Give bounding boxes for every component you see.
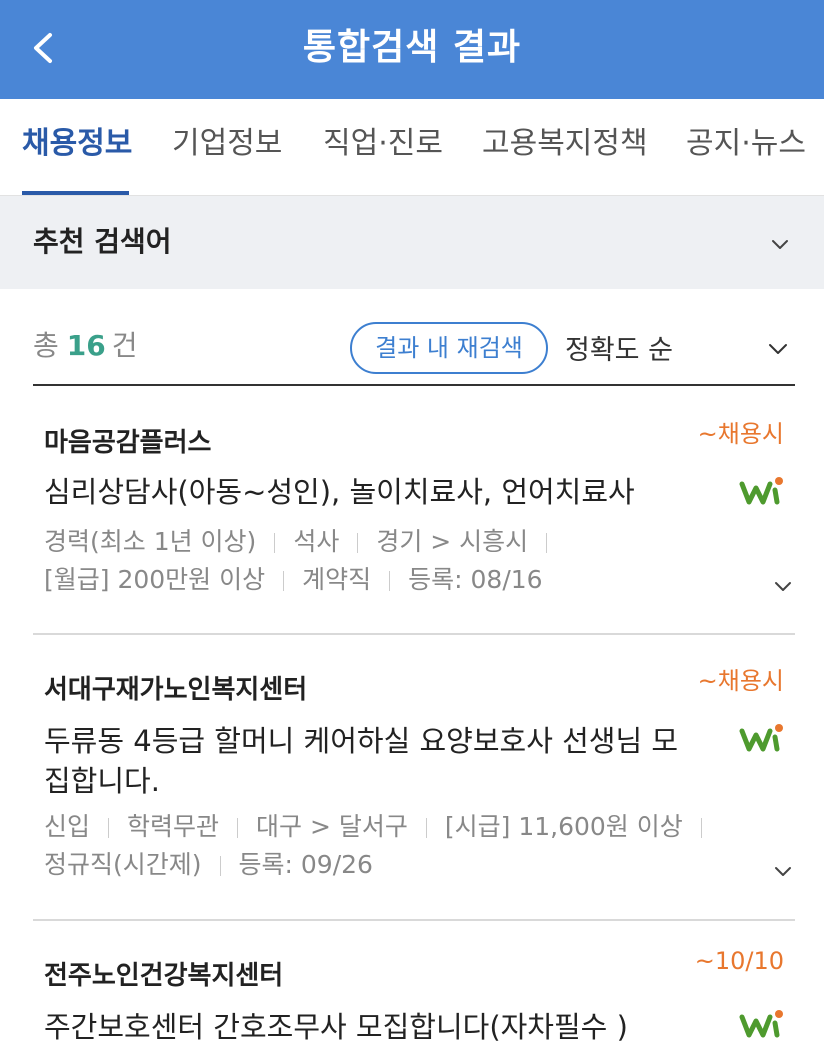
- chevron-down-icon[interactable]: [771, 859, 795, 883]
- chevron-down-icon: [769, 344, 787, 354]
- category-tabs: 채용정보 기업정보 직업·진로 고용복지정책 공지·뉴스: [0, 99, 824, 196]
- total-prefix: 총: [33, 329, 59, 362]
- meta-divider: [425, 818, 427, 838]
- total-count: 총 16 건: [33, 324, 138, 364]
- job-meta: 경력(최소 1년 이상) 석사 경기 > 시흥시 [월급] 200만원 이상 계약직 등록…: [44, 523, 744, 599]
- company-name[interactable]: 서대구재가노인복지센터: [44, 669, 307, 706]
- sort-label: 정확도 순: [565, 335, 673, 366]
- result-summary: 총 16 건 결과 내 재검색 정확도 순: [33, 318, 795, 386]
- meta-divider: [357, 533, 359, 553]
- chevron-down-icon[interactable]: [768, 232, 792, 256]
- company-name[interactable]: 전주노인건강복지센터: [44, 955, 283, 992]
- deadline-badge: ~10/10: [694, 947, 784, 975]
- worknet-logo-icon: [739, 477, 783, 505]
- meta-divider: [219, 856, 221, 876]
- meta-divider: [389, 571, 391, 591]
- recommended-keywords-panel[interactable]: 추천 검색어: [0, 196, 824, 289]
- job-list-item[interactable]: 서대구재가노인복지센터 ~채용시 두류동 4등급 할머니 케어하실 요양보호사 …: [33, 635, 795, 921]
- meta-registered-date: 등록: 08/16: [408, 565, 543, 594]
- company-name[interactable]: 마음공감플러스: [44, 422, 211, 459]
- meta-employment-type: 계약직: [302, 565, 372, 594]
- meta-employment-type: 정규직(시간제): [44, 850, 202, 879]
- meta-education: 석사: [293, 527, 340, 556]
- job-title[interactable]: 두류동 4등급 할머니 케어하실 요양보호사 선생님 모집합니다.: [44, 721, 704, 801]
- meta-career: 신입: [44, 812, 91, 841]
- meta-registered-date: 등록: 09/26: [238, 850, 373, 879]
- app-header: 통합검색 결과: [0, 0, 824, 99]
- meta-divider: [237, 818, 239, 838]
- job-list-item[interactable]: 마음공감플러스 ~채용시 심리상담사(아동~성인), 놀이치료사, 언어치료사 …: [33, 386, 795, 635]
- total-number: 16: [66, 329, 106, 362]
- meta-salary: [월급] 200만원 이상: [44, 565, 266, 594]
- tab-welfare-policy[interactable]: 고용복지정책: [482, 99, 648, 196]
- job-title[interactable]: 심리상담사(아동~성인), 놀이치료사, 언어치료사: [44, 472, 704, 512]
- recommended-keywords-title: 추천 검색어: [33, 225, 172, 258]
- meta-divider: [546, 533, 548, 553]
- meta-divider: [700, 818, 702, 838]
- page-title: 통합검색 결과: [302, 27, 522, 68]
- tab-notice-news[interactable]: 공지·뉴스: [686, 99, 806, 196]
- meta-divider: [283, 571, 285, 591]
- job-title[interactable]: 주간보호센터 간호조무사 모집합니다(자차필수 ): [44, 1007, 704, 1047]
- search-within-results-button[interactable]: 결과 내 재검색: [350, 322, 548, 374]
- meta-salary: [시급] 11,600원 이상: [444, 812, 683, 841]
- deadline-badge: ~채용시: [697, 667, 784, 695]
- meta-divider: [274, 533, 276, 553]
- total-suffix: 건: [111, 329, 138, 362]
- deadline-badge: ~채용시: [697, 420, 784, 448]
- worknet-logo-icon: [739, 1010, 783, 1038]
- job-meta: 신입 학력무관 대구 > 달서구 [시급] 11,600원 이상정규직(시간제) 등록:…: [44, 808, 744, 884]
- job-list-item[interactable]: 전주노인건강복지센터 ~10/10 주간보호센터 간호조무사 모집합니다(자차필…: [33, 921, 795, 1059]
- tab-career[interactable]: 직업·진로: [323, 99, 443, 196]
- tab-recruit[interactable]: 채용정보: [22, 99, 132, 196]
- active-tab-indicator: [22, 191, 129, 195]
- worknet-logo-icon: [739, 724, 783, 752]
- sort-select[interactable]: 정확도 순: [565, 322, 795, 374]
- chevron-down-icon[interactable]: [771, 574, 795, 598]
- meta-location: 경기 > 시흥시: [376, 527, 529, 556]
- meta-location: 대구 > 달서구: [256, 812, 408, 841]
- meta-career: 경력(최소 1년 이상): [44, 527, 257, 556]
- tab-company[interactable]: 기업정보: [172, 99, 282, 196]
- meta-divider: [108, 818, 110, 838]
- meta-education: 학력무관: [127, 812, 220, 841]
